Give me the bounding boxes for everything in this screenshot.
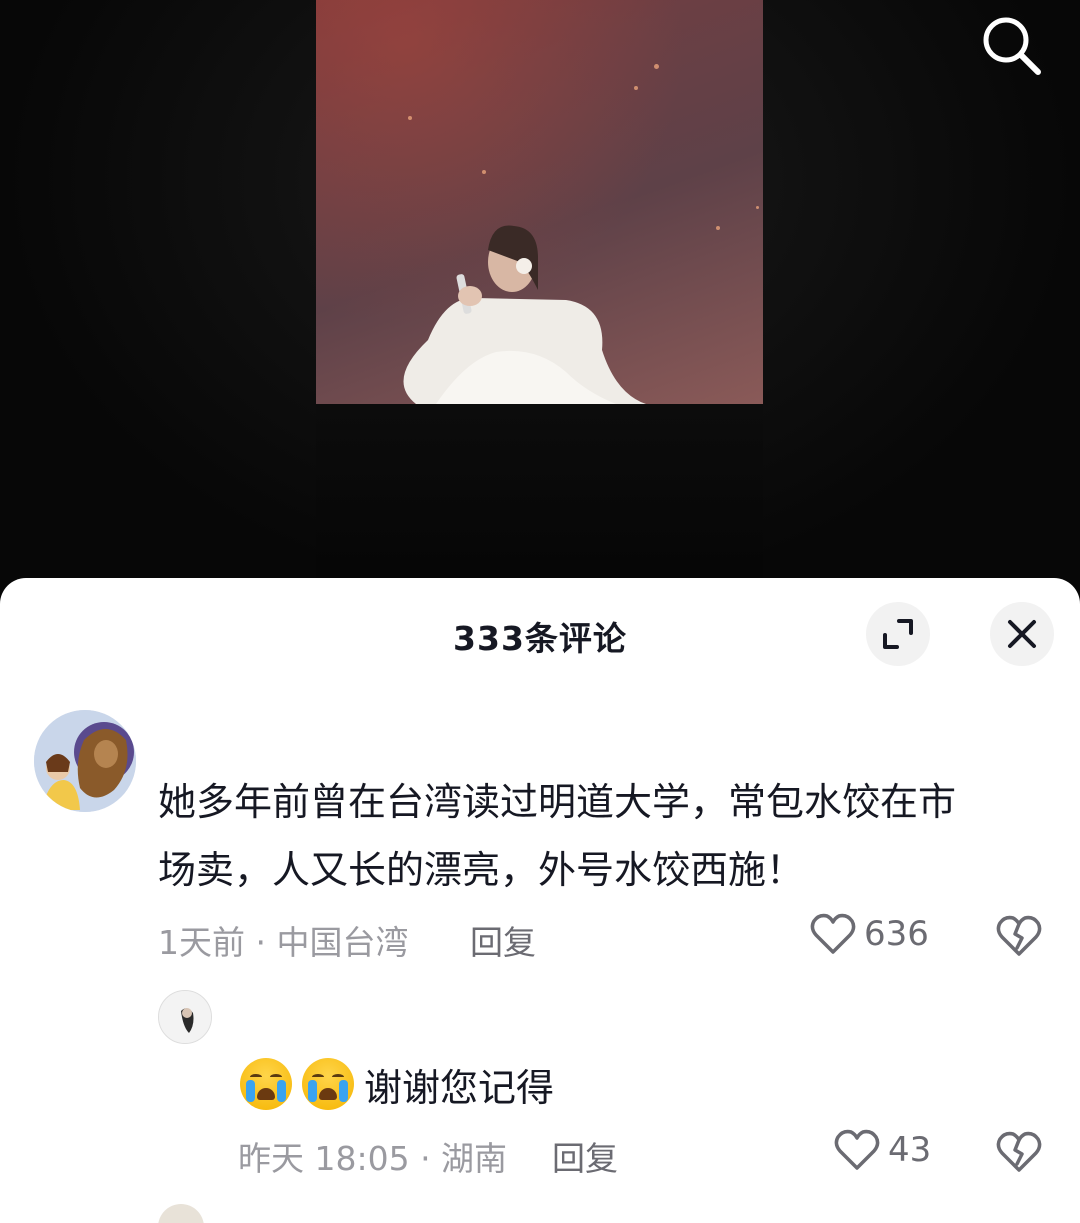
video-player[interactable] — [0, 0, 1080, 600]
like-count: 636 — [864, 914, 929, 954]
comment-text-line: 她多年前曾在台湾读过明道大学，常包水饺在市 — [158, 780, 957, 824]
comment-meta: 1天前 · 中国台湾 — [158, 923, 409, 962]
stage-screen — [316, 0, 763, 404]
dislike-button[interactable] — [996, 1130, 1042, 1178]
reply-content: 谢谢您记得 — [240, 1056, 554, 1112]
broken-heart-icon — [996, 915, 1042, 956]
reply-text: 谢谢您记得 — [364, 1065, 555, 1110]
singer-figure — [403, 225, 646, 404]
next-commenter-avatar[interactable] — [158, 1204, 204, 1223]
dislike-button[interactable] — [996, 914, 1042, 962]
like-button[interactable]: 636 — [810, 912, 929, 956]
expand-button[interactable] — [866, 602, 930, 666]
reply-button[interactable]: 回复 — [470, 916, 536, 964]
commenter-avatar[interactable] — [34, 710, 136, 812]
heart-icon — [810, 913, 856, 954]
reply-button[interactable]: 回复 — [552, 1132, 618, 1180]
comment-text: 她多年前曾在台湾读过明道大学，常包水饺在市 场卖，人又长的漂亮，外号水饺西施！ — [158, 768, 1038, 904]
like-button[interactable]: 43 — [834, 1128, 931, 1172]
comment-text-line: 场卖，人又长的漂亮，外号水饺西施！ — [158, 848, 805, 892]
broken-heart-icon — [996, 1131, 1042, 1172]
close-icon — [1008, 620, 1036, 648]
close-button[interactable] — [990, 602, 1054, 666]
stage-floor — [316, 404, 763, 600]
reply-meta: 昨天 18:05 · 湖南 — [238, 1139, 508, 1178]
search-button[interactable] — [978, 12, 1044, 78]
loudly-crying-emoji — [240, 1058, 292, 1110]
comments-sheet: 333条评论 她多年前曾在台湾读过明道大学，常包水饺在市 场卖，人又长的漂亮，外… — [0, 578, 1080, 1223]
reply-avatar[interactable] — [158, 990, 212, 1044]
search-icon — [983, 17, 1041, 75]
heart-icon — [834, 1129, 880, 1170]
loudly-crying-emoji — [302, 1058, 354, 1110]
expand-icon — [883, 619, 913, 649]
like-count: 43 — [888, 1130, 932, 1170]
